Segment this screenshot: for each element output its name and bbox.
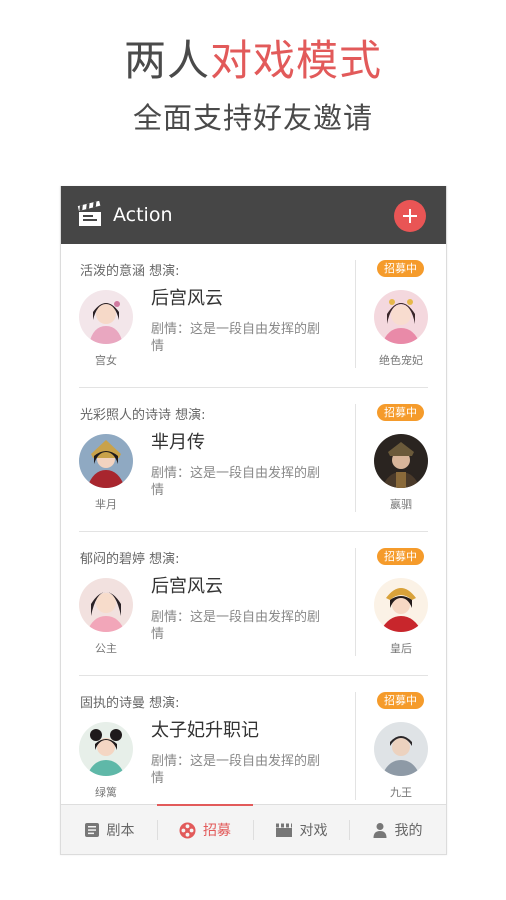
user-icon — [373, 823, 386, 838]
drama-title: 后宫风云 — [151, 576, 223, 597]
status-badge: 招募中 — [377, 260, 424, 277]
left-role-label: 公主 — [95, 642, 117, 655]
plus-icon-stroke — [409, 209, 411, 223]
user-line: 固执的诗曼 想演: — [80, 696, 180, 711]
app-screen: Action 活泼的意涵 想演: 宫女 后宫风云 剧情：这是一段自由发挥的剧情 … — [60, 186, 447, 855]
card-divider-vertical — [355, 260, 356, 368]
left-avatar[interactable] — [79, 434, 133, 488]
tab-label: 对戏 — [299, 823, 328, 839]
recruit-card[interactable]: 光彩照人的诗诗 想演: 芈月 芈月传 剧情：这是一段自由发挥的剧情 招募中 嬴驷 — [61, 388, 446, 532]
left-avatar[interactable] — [79, 578, 133, 632]
promo-title-main: 两人 — [123, 36, 210, 85]
tab-label: 招募 — [203, 823, 231, 839]
tab-label: 剧本 — [106, 823, 135, 839]
status-badge: 招募中 — [377, 548, 424, 565]
clapperboard-icon — [77, 201, 101, 226]
user-line: 郁闷的碧婷 想演: — [80, 552, 180, 567]
recruit-list: 活泼的意涵 想演: 宫女 后宫风云 剧情：这是一段自由发挥的剧情 招募中 绝色宠… — [61, 244, 446, 804]
tab-script[interactable]: 剧本 — [61, 805, 157, 854]
drama-title: 后宫风云 — [151, 288, 223, 309]
left-role-label: 宫女 — [95, 354, 117, 367]
right-avatar[interactable] — [374, 578, 428, 632]
left-role-label: 绿篱 — [95, 786, 117, 799]
card-divider-vertical — [355, 404, 356, 512]
add-button[interactable] — [394, 200, 426, 232]
promo-title: 两人对戏模式 — [0, 34, 506, 88]
plot-text: 剧情：这是一段自由发挥的剧情 — [151, 754, 321, 786]
recruit-card[interactable]: 郁闷的碧婷 想演: 公主 后宫风云 剧情：这是一段自由发挥的剧情 招募中 皇后 — [61, 532, 446, 676]
film-reel-icon — [179, 822, 196, 838]
plot-text: 剧情：这是一段自由发挥的剧情 — [151, 610, 321, 642]
right-avatar[interactable] — [374, 434, 428, 488]
right-role-label: 皇后 — [390, 642, 412, 655]
left-avatar[interactable] — [79, 290, 133, 344]
promo-title-accent: 对戏模式 — [210, 36, 383, 85]
right-role-label: 九王 — [390, 786, 412, 799]
clapperboard-icon — [275, 823, 292, 837]
tab-recruit[interactable]: 招募 — [157, 805, 253, 854]
card-divider-vertical — [355, 548, 356, 656]
right-avatar[interactable] — [374, 722, 428, 776]
plot-text: 剧情：这是一段自由发挥的剧情 — [151, 322, 321, 354]
tab-label: 我的 — [394, 823, 423, 839]
card-divider-vertical — [355, 692, 356, 800]
right-role-label: 嬴驷 — [390, 498, 412, 511]
left-avatar[interactable] — [79, 722, 133, 776]
promo-subtitle: 全面支持好友邀请 — [132, 101, 373, 135]
user-line: 光彩照人的诗诗 想演: — [80, 408, 206, 423]
app-bar: Action — [61, 186, 446, 244]
recruit-card[interactable]: 活泼的意涵 想演: 宫女 后宫风云 剧情：这是一段自由发挥的剧情 招募中 绝色宠… — [61, 244, 446, 388]
status-badge: 招募中 — [377, 692, 424, 709]
recruit-card[interactable]: 固执的诗曼 想演: 绿篱 太子妃升职记 剧情：这是一段自由发挥的剧情 招募中 九… — [61, 676, 446, 804]
tab-mine[interactable]: 我的 — [349, 805, 445, 854]
script-icon — [84, 823, 99, 837]
plot-text: 剧情：这是一段自由发挥的剧情 — [151, 466, 321, 498]
drama-title: 太子妃升职记 — [151, 720, 259, 741]
tab-bar: 剧本 招募 对戏 我的 — [61, 804, 446, 854]
app-title: Action — [113, 204, 173, 226]
left-role-label: 芈月 — [95, 498, 117, 511]
user-line: 活泼的意涵 想演: — [80, 264, 180, 279]
status-badge: 招募中 — [377, 404, 424, 421]
tab-rehearse[interactable]: 对戏 — [253, 805, 349, 854]
right-role-label: 绝色宠妃 — [379, 354, 423, 367]
right-avatar[interactable] — [374, 290, 428, 344]
drama-title: 芈月传 — [151, 432, 205, 453]
